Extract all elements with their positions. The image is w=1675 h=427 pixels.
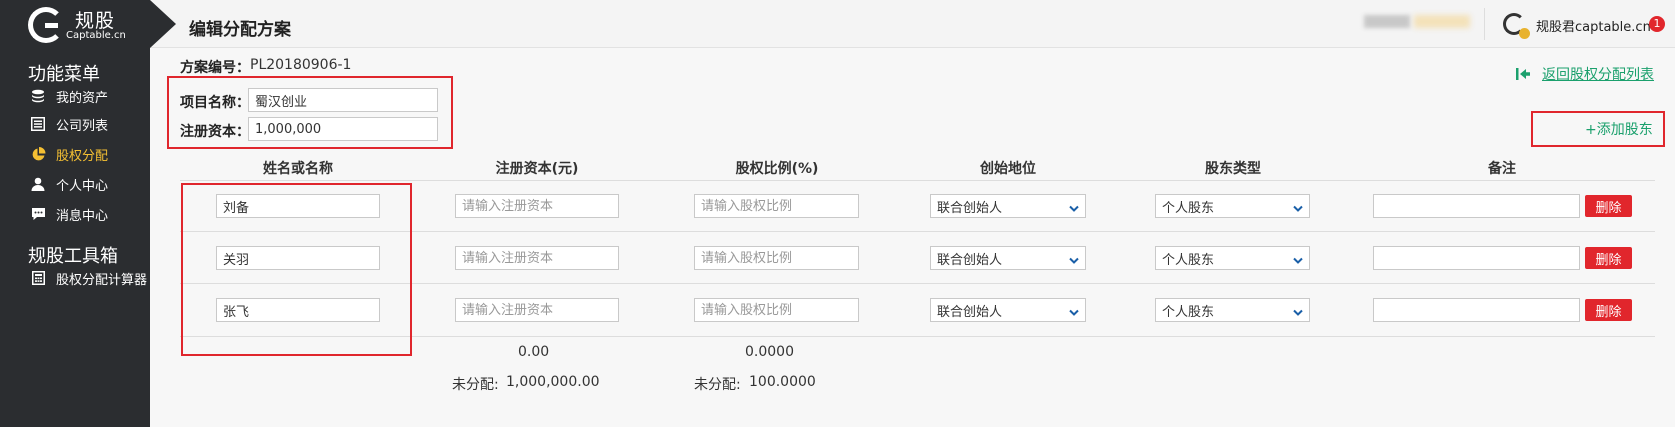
notification-badge[interactable]: 1 [1649, 16, 1665, 32]
page-title: 编辑分配方案 [189, 20, 291, 40]
shareholder-type-select[interactable]: 个人股东 [1155, 194, 1310, 218]
shareholder-type-select[interactable]: 个人股东 [1155, 246, 1310, 270]
sidebar-item-equity-calculator[interactable]: 股权分配计算器 [30, 268, 147, 288]
message-icon [30, 206, 46, 222]
project-name-label: 项目名称： [180, 95, 250, 111]
blurred-info [1364, 15, 1410, 28]
founder-role-select[interactable]: 联合创始人 [930, 246, 1086, 270]
user-avatar-icon[interactable] [1503, 13, 1530, 39]
ratio-input[interactable] [694, 298, 859, 322]
back-to-list-link[interactable]: 返回股权分配列表 [1516, 64, 1654, 84]
capital-input[interactable] [455, 194, 619, 218]
ratio-input[interactable] [694, 194, 859, 218]
shareholder-name-input[interactable] [216, 246, 380, 270]
column-header-capital: 注册资本(元) [495, 161, 579, 177]
sidebar-item-label: 个人中心 [56, 178, 109, 194]
capital-sum: 0.00 [518, 344, 550, 360]
column-header-note: 备注 [1488, 161, 1516, 177]
delete-button[interactable]: 删除 [1585, 299, 1632, 321]
sidebar-item-company-list[interactable]: 公司列表 [30, 114, 108, 134]
sidebar-item-equity-allocation[interactable]: 股权分配 [30, 144, 108, 164]
chevron-down-icon [1069, 202, 1079, 217]
founder-role-value: 联合创始人 [937, 252, 1003, 268]
blurred-info-2 [1414, 15, 1470, 28]
note-input[interactable] [1373, 298, 1580, 322]
table-divider [180, 180, 1655, 181]
registered-capital-input[interactable] [248, 117, 438, 141]
sidebar-toolbox-title: 规股工具箱 [28, 246, 118, 267]
plan-number-value: PL20180906-1 [250, 57, 352, 73]
logo-arrow [150, 0, 176, 48]
user-name[interactable]: 规股君captable.cn [1536, 16, 1651, 35]
registered-capital-label: 注册资本： [180, 124, 250, 140]
sidebar-item-personal-center[interactable]: 个人中心 [30, 174, 108, 194]
shareholder-name-input[interactable] [216, 194, 380, 218]
capital-input[interactable] [455, 246, 619, 270]
sidebar-item-label: 股权分配 [56, 148, 109, 164]
founder-role-select[interactable]: 联合创始人 [930, 298, 1086, 322]
ratio-input[interactable] [694, 246, 859, 270]
add-shareholder-button[interactable]: +添加股东 [1585, 119, 1653, 139]
delete-button[interactable]: 删除 [1585, 247, 1632, 269]
chevron-down-icon [1293, 202, 1303, 217]
logo-subtext: Captable.cn [66, 30, 126, 41]
back-to-list-label: 返回股权分配列表 [1542, 67, 1654, 83]
top-bar: 规股 Captable.cn 编辑分配方案 规股君captable.cn 1 [0, 0, 1675, 48]
shareholder-type-value: 个人股东 [1162, 304, 1215, 320]
sidebar-menu-title: 功能菜单 [28, 64, 100, 85]
shareholder-type-value: 个人股东 [1162, 252, 1215, 268]
sidebar-item-label: 我的资产 [56, 90, 109, 106]
chevron-down-icon [1293, 254, 1303, 269]
calculator-icon [30, 270, 46, 286]
chevron-down-icon [1069, 306, 1079, 321]
shareholder-name-input[interactable] [216, 298, 380, 322]
chevron-down-icon [1069, 254, 1079, 269]
sidebar-item-my-assets[interactable]: 我的资产 [30, 86, 108, 106]
user-icon [30, 176, 46, 192]
row-divider [180, 283, 1655, 284]
capital-unallocated-value: 1,000,000.00 [506, 374, 600, 390]
column-header-name: 姓名或名称 [263, 161, 333, 177]
sidebar-item-label: 股权分配计算器 [56, 272, 148, 288]
ratio-unallocated-label: 未分配: [694, 377, 741, 393]
sidebar-item-label: 公司列表 [56, 118, 109, 134]
founder-role-value: 联合创始人 [937, 304, 1003, 320]
ratio-sum: 0.0000 [745, 344, 794, 360]
column-header-shareholder-type: 股东类型 [1205, 161, 1261, 177]
sidebar: 功能菜单 我的资产 公司列表 股权分配 个人中心 消息中心 规股工具箱 股权分配… [0, 48, 150, 427]
sidebar-item-message-center[interactable]: 消息中心 [30, 204, 108, 224]
founder-role-select[interactable]: 联合创始人 [930, 194, 1086, 218]
app-root: 规股 Captable.cn 编辑分配方案 规股君captable.cn 1 功… [0, 0, 1675, 427]
shareholder-type-select[interactable]: 个人股东 [1155, 298, 1310, 322]
note-input[interactable] [1373, 194, 1580, 218]
capital-input[interactable] [455, 298, 619, 322]
column-header-ratio: 股权比例(%) [735, 161, 819, 177]
ratio-unallocated-value: 100.0000 [749, 374, 816, 390]
database-icon [30, 88, 46, 104]
row-divider [180, 336, 1655, 337]
column-header-founder-role: 创始地位 [980, 161, 1036, 177]
list-icon [30, 116, 46, 132]
note-input[interactable] [1373, 246, 1580, 270]
delete-button[interactable]: 删除 [1585, 195, 1632, 217]
sidebar-item-label: 消息中心 [56, 208, 109, 224]
logo-mark-icon [28, 7, 64, 43]
logo[interactable]: 规股 Captable.cn [0, 0, 150, 48]
project-name-input[interactable] [248, 88, 438, 112]
plan-number-label: 方案编号： [180, 60, 250, 76]
pie-chart-icon [30, 146, 46, 162]
row-divider [180, 231, 1655, 232]
chevron-down-icon [1293, 306, 1303, 321]
logo-text: 规股 [75, 10, 116, 32]
back-arrow-icon [1516, 67, 1530, 81]
shareholder-type-value: 个人股东 [1162, 200, 1215, 216]
avatar-badge-dot [1519, 28, 1530, 39]
capital-unallocated-label: 未分配: [452, 377, 499, 393]
founder-role-value: 联合创始人 [937, 200, 1003, 216]
header-divider [1484, 8, 1485, 40]
